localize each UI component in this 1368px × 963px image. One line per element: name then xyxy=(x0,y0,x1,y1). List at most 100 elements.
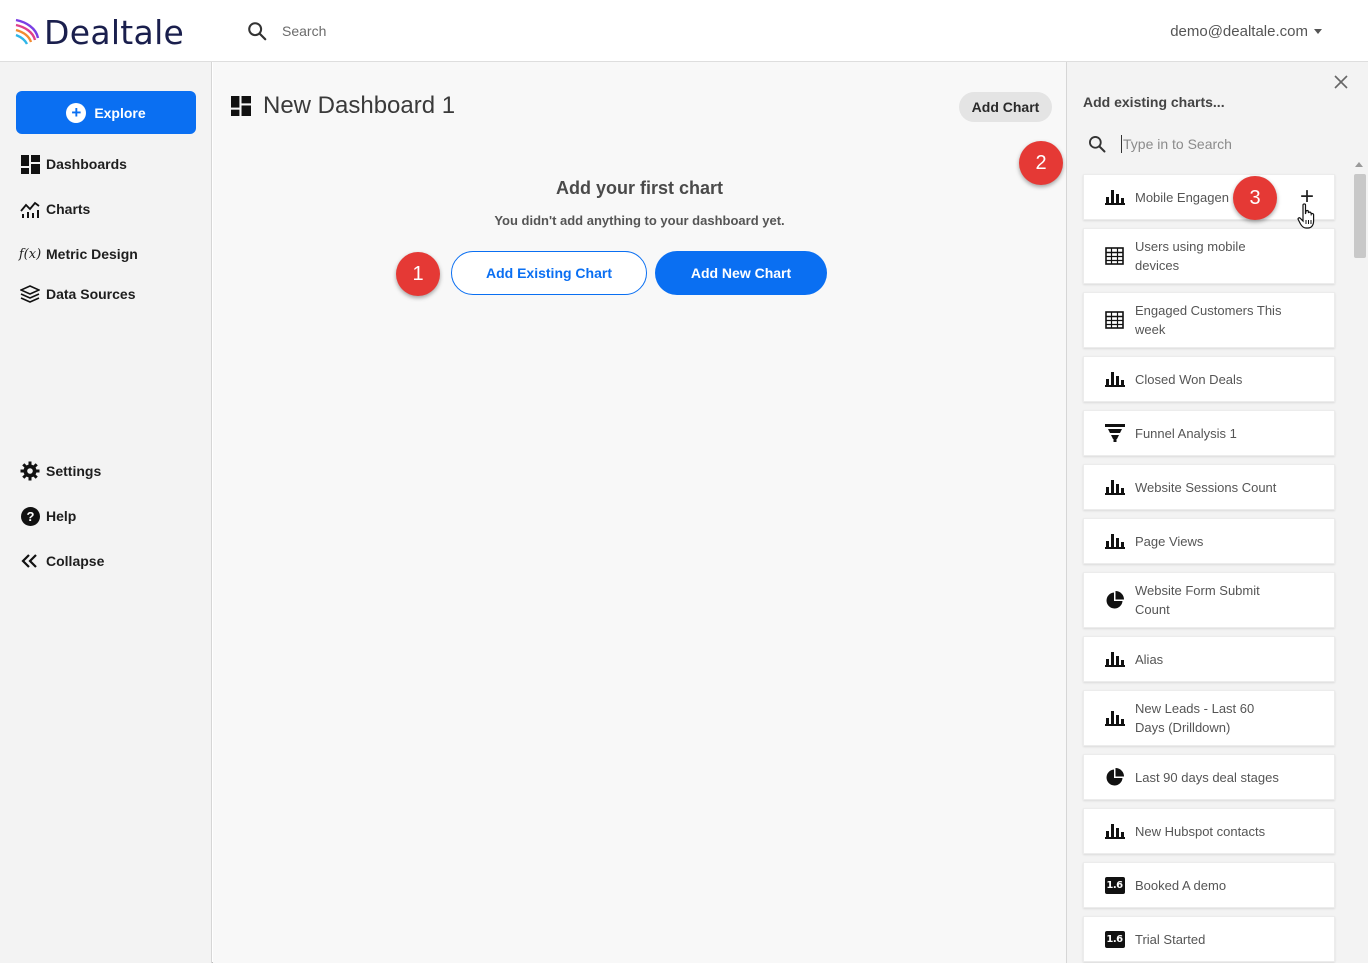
chart-name: New Hubspot contacts xyxy=(1135,823,1266,839)
chart-list: Mobile Engagen + Users using mobile devi… xyxy=(1083,174,1335,962)
panel-title: Add existing charts... xyxy=(1083,94,1225,110)
sidebar-item-settings[interactable]: Settings xyxy=(20,461,101,481)
pie-chart-icon xyxy=(1104,767,1125,788)
callout-1: 1 xyxy=(396,252,440,296)
search-icon xyxy=(248,22,267,41)
search-icon xyxy=(1089,136,1106,153)
scroll-up-icon[interactable] xyxy=(1355,162,1363,167)
logo-text: Dealtale xyxy=(44,12,185,52)
number-badge: 1.6 xyxy=(1104,876,1125,894)
chart-name: Website Form Submit Count xyxy=(1135,583,1260,617)
list-item[interactable]: Engaged Customers This week xyxy=(1083,292,1335,348)
list-item[interactable]: Funnel Analysis 1 xyxy=(1083,410,1335,456)
list-item[interactable]: Page Views xyxy=(1083,518,1335,564)
number-icon: 1.6 xyxy=(1104,929,1125,950)
account-menu[interactable]: demo@dealtale.com xyxy=(1170,23,1322,40)
funnel-icon xyxy=(1104,423,1125,444)
callout-number: 2 xyxy=(1019,141,1063,185)
number-icon: 1.6 xyxy=(1104,875,1125,896)
callout-number: 1 xyxy=(396,252,440,296)
chart-name: Booked A demo xyxy=(1135,877,1227,893)
pie-chart-icon xyxy=(1104,590,1125,611)
dashboard-canvas: New Dashboard 1 Add Chart Add your first… xyxy=(213,62,1066,963)
explore-button[interactable]: + Explore xyxy=(16,91,196,134)
chart-search-input[interactable]: Type in to Search xyxy=(1121,135,1232,153)
list-item[interactable]: Closed Won Deals xyxy=(1083,356,1335,402)
sidebar-item-collapse[interactable]: Collapse xyxy=(20,551,104,571)
list-item[interactable]: Alias xyxy=(1083,636,1335,682)
bar-chart-icon xyxy=(1104,477,1125,498)
global-search[interactable]: Search xyxy=(246,20,326,42)
sidebar-item-help[interactable]: ? Help xyxy=(20,506,76,526)
sidebar-item-label: Collapse xyxy=(46,553,105,569)
list-item[interactable]: New Hubspot contacts xyxy=(1083,808,1335,854)
explore-label: Explore xyxy=(94,104,146,121)
chart-name: Last 90 days deal stages xyxy=(1135,769,1279,785)
table-icon xyxy=(1104,246,1125,267)
account-email: demo@dealtale.com xyxy=(1170,23,1308,40)
table-icon xyxy=(1104,310,1125,331)
callout-2: 2 xyxy=(1019,141,1063,185)
logo-mark-icon xyxy=(15,18,40,45)
panel-scrollbar[interactable] xyxy=(1351,160,1367,963)
empty-state-title: Add your first chart xyxy=(555,178,724,198)
dashboard-title[interactable]: New Dashboard 1 xyxy=(263,92,455,120)
chart-name: New Leads - Last 60 Days (Drilldown) xyxy=(1135,701,1255,735)
sidebar-item-label: Charts xyxy=(46,201,91,217)
list-item[interactable]: Website Form Submit Count xyxy=(1083,572,1335,628)
number-badge: 1.6 xyxy=(1104,930,1125,948)
bar-chart-icon xyxy=(1104,649,1125,670)
dashboard-icon xyxy=(20,154,40,174)
add-existing-charts-panel: Add existing charts... Type in to Search… xyxy=(1066,62,1368,963)
sidebar: + Explore Dashboards Charts f(x) Metric … xyxy=(0,62,212,963)
search-input[interactable]: Search xyxy=(282,23,326,39)
plus-circle-icon: + xyxy=(66,102,87,123)
sidebar-item-data-sources[interactable]: Data Sources xyxy=(20,284,135,304)
list-item[interactable]: Users using mobile devices xyxy=(1083,228,1335,284)
caret-down-icon xyxy=(1314,29,1322,34)
svg-text:?: ? xyxy=(26,509,34,524)
gear-icon xyxy=(20,461,40,481)
list-item[interactable]: Last 90 days deal stages xyxy=(1083,754,1335,800)
layers-icon xyxy=(20,284,40,304)
chart-name: Closed Won Deals xyxy=(1135,371,1243,387)
list-item[interactable]: 1.6 Trial Started xyxy=(1083,916,1335,962)
sidebar-item-label: Data Sources xyxy=(46,286,136,302)
callout-3: 3 xyxy=(1233,176,1277,220)
sidebar-item-charts[interactable]: Charts xyxy=(20,199,90,219)
bar-chart-icon xyxy=(1104,369,1125,390)
chart-name: Funnel Analysis 1 xyxy=(1135,425,1237,441)
callout-number: 3 xyxy=(1233,176,1277,220)
empty-state-subtitle: You didn't add anything to your dashboar… xyxy=(494,213,785,228)
sidebar-item-dashboards[interactable]: Dashboards xyxy=(20,154,127,174)
close-icon[interactable] xyxy=(1332,73,1350,91)
sidebar-item-metric-design[interactable]: f(x) Metric Design xyxy=(19,244,138,264)
chart-name: Users using mobile devices xyxy=(1135,239,1246,273)
top-bar: Dealtale Search demo@dealtale.com xyxy=(0,0,1368,62)
chart-line-icon xyxy=(20,199,40,219)
list-item[interactable]: Website Sessions Count xyxy=(1083,464,1335,510)
sidebar-item-label: Metric Design xyxy=(46,246,138,262)
chart-name: Mobile Engagen xyxy=(1135,189,1229,205)
bar-chart-icon xyxy=(1104,821,1125,842)
bar-chart-icon xyxy=(1104,187,1125,208)
bar-chart-icon xyxy=(1104,531,1125,552)
sidebar-item-label: Dashboards xyxy=(46,156,127,172)
add-new-chart-button[interactable]: Add New Chart xyxy=(655,251,827,295)
chevrons-left-icon xyxy=(20,551,40,571)
scroll-thumb[interactable] xyxy=(1354,174,1366,258)
list-item[interactable]: 1.6 Booked A demo xyxy=(1083,862,1335,908)
add-existing-chart-button[interactable]: Add Existing Chart xyxy=(451,251,647,295)
bar-chart-icon xyxy=(1104,708,1125,729)
chart-name: Website Sessions Count xyxy=(1135,479,1277,495)
chart-name: Page Views xyxy=(1135,533,1204,549)
sidebar-item-label: Help xyxy=(46,508,77,524)
chart-name: Alias xyxy=(1135,651,1164,667)
panel-search[interactable]: Type in to Search xyxy=(1087,132,1337,156)
chart-name: Trial Started xyxy=(1135,931,1206,947)
page-title: New Dashboard 1 xyxy=(231,92,455,120)
logo[interactable]: Dealtale xyxy=(14,12,185,52)
list-item[interactable]: New Leads - Last 60 Days (Drilldown) xyxy=(1083,690,1335,746)
sidebar-item-label: Settings xyxy=(46,463,102,479)
add-chart-button[interactable]: Add Chart xyxy=(959,92,1052,122)
